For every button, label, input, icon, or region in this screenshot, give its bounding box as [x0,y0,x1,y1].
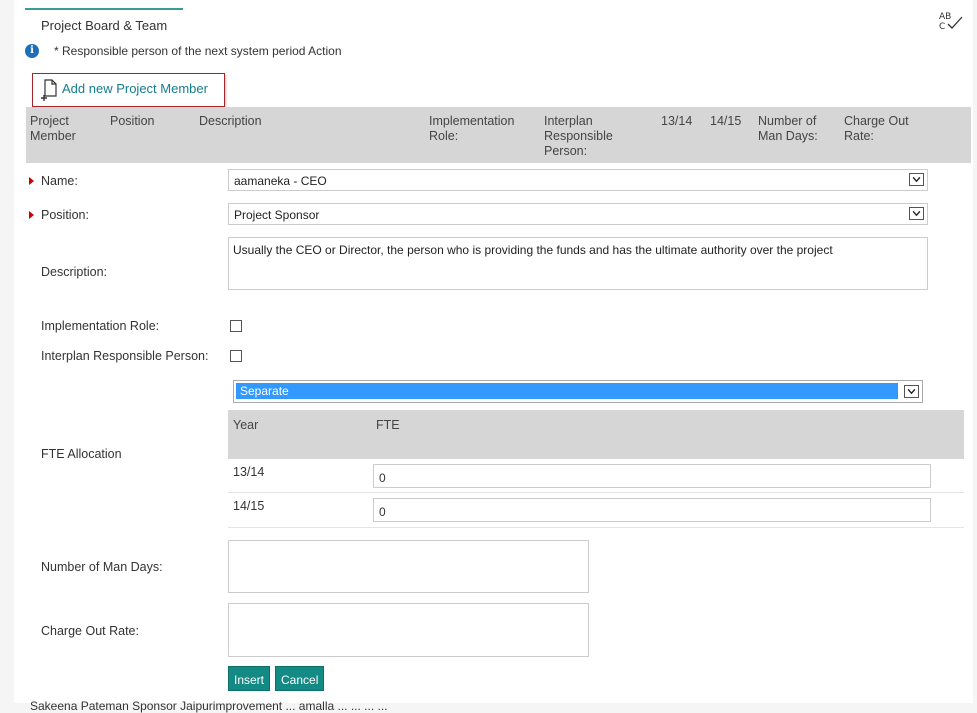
new-document-icon [41,79,57,101]
column-implementation-role[interactable]: Implementation Role: [429,114,529,144]
column-interplan-responsible[interactable]: Interplan Responsible Person: [544,114,624,159]
fte-row-year: 14/15 [233,499,265,513]
fte-allocation-label: FTE Allocation [41,447,122,461]
column-description[interactable]: Description [199,114,262,129]
chevron-down-icon [909,173,924,186]
add-project-member-button[interactable]: Add new Project Member [32,73,225,107]
fte-input-1415[interactable]: 0 [373,498,931,522]
fte-column-fte: FTE [376,418,400,432]
interplan-responsible-label: Interplan Responsible Person: [41,349,209,363]
column-project-member[interactable]: Project Member [30,114,90,144]
column-year-1415[interactable]: 14/15 [710,114,741,129]
name-select[interactable]: aamaneka - CEO [228,169,928,191]
position-select[interactable]: Project Sponsor [228,203,928,225]
name-select-value: aamaneka - CEO [234,174,327,188]
required-indicator [29,211,34,219]
column-charge-out-rate[interactable]: Charge Out Rate: [844,114,914,144]
members-grid-header: Project Member Position Description Impl… [26,107,971,163]
column-year-1314[interactable]: 13/14 [661,114,692,129]
description-textarea[interactable]: Usually the CEO or Director, the person … [228,237,928,290]
description-label: Description: [41,265,107,279]
svg-text:AB: AB [939,12,951,22]
insert-button[interactable]: Insert [228,666,271,691]
spellcheck-icon[interactable]: AB C [936,10,966,32]
fte-input-1314[interactable]: 0 [373,464,931,488]
fte-row-year: 13/14 [233,465,265,479]
add-project-member-label: Add new Project Member [62,81,208,96]
fte-mode-selected-option: Separate [236,383,898,399]
fte-column-year: Year [233,418,259,432]
position-label: Position: [41,208,89,222]
required-indicator [29,177,34,185]
chevron-down-icon [909,207,924,220]
implementation-role-label: Implementation Role: [41,319,160,333]
cancel-button[interactable]: Cancel [275,666,325,691]
man-days-label: Number of Man Days: [41,560,163,574]
fte-mode-select[interactable]: Separate [233,380,923,403]
man-days-textarea[interactable] [228,540,589,593]
column-man-days[interactable]: Number of Man Days: [758,114,828,144]
name-label: Name: [41,174,78,188]
fte-table-header: Year FTE [228,410,964,459]
info-text: * Responsible person of the next system … [54,44,342,58]
svg-text:C: C [939,22,945,32]
charge-out-rate-textarea[interactable] [228,603,589,657]
chevron-down-icon [904,385,919,398]
info-icon: i [25,44,39,58]
charge-out-rate-label: Charge Out Rate: [41,624,139,638]
position-select-value: Project Sponsor [234,208,320,222]
tab-label: Project Board & Team [41,18,168,33]
implementation-role-checkbox[interactable] [230,320,242,332]
interplan-responsible-checkbox[interactable] [230,350,242,362]
column-position[interactable]: Position [110,114,154,129]
partially-visible-row: Sakeena Pateman Sponsor Jaipurimprovemen… [30,699,388,713]
tab-project-board-team[interactable]: Project Board & Team [25,8,183,34]
